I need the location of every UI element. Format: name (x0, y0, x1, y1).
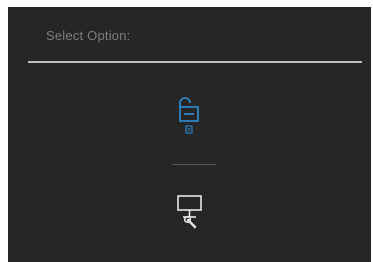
monitor-wrench-icon (168, 193, 212, 237)
monitor-settings-option-button[interactable] (168, 193, 212, 237)
unlock-option-button[interactable] (168, 94, 212, 146)
menu-title: Select Option: (46, 28, 131, 43)
osd-menu-panel: Select Option: (8, 7, 371, 262)
option-divider (172, 164, 216, 165)
title-divider (28, 61, 362, 63)
unlock-icon (168, 94, 212, 146)
